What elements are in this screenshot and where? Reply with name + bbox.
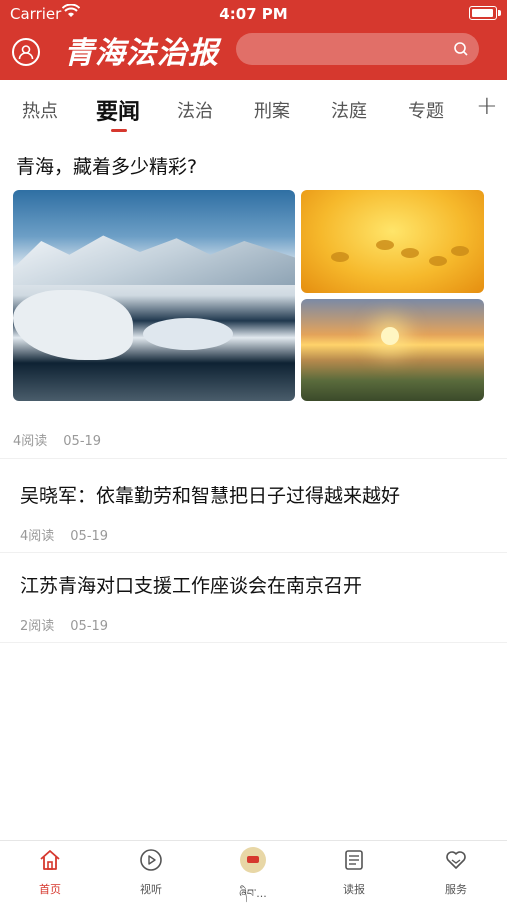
- article-meta: 4阅读 05-19: [20, 525, 108, 544]
- newspaper-icon: [345, 850, 363, 870]
- nav-home[interactable]: 首页: [20, 841, 80, 901]
- publish-date: 05-19: [70, 529, 109, 544]
- tab-topics[interactable]: 专题: [408, 97, 444, 123]
- status-time: 4:07 PM: [219, 5, 288, 23]
- user-icon: [18, 45, 34, 60]
- active-tab-indicator: [111, 129, 127, 132]
- tab-criminal[interactable]: 刑案: [254, 97, 290, 123]
- status-bar: Carrier 4:07 PM: [0, 0, 507, 28]
- tab-news[interactable]: 要闻: [96, 94, 140, 126]
- nav-label: 读报: [343, 883, 365, 896]
- read-count: 2阅读: [20, 619, 55, 634]
- publish-date: 05-19: [70, 619, 109, 634]
- home-icon: [40, 850, 60, 870]
- add-tab-button[interactable]: +: [476, 91, 498, 121]
- nav-video[interactable]: 视听: [121, 841, 181, 901]
- nav-label: 服务: [445, 883, 467, 896]
- divider: [0, 642, 507, 643]
- nav-label: ཞིབ་...: [239, 887, 267, 900]
- tab-law[interactable]: 法治: [177, 97, 213, 123]
- search-input[interactable]: [236, 33, 479, 65]
- read-count: 4阅读: [13, 434, 48, 449]
- featured-image-main: [13, 190, 295, 401]
- app-header: Carrier 4:07 PM 青海法治报: [0, 0, 507, 80]
- app-logo: 青海法治报: [64, 36, 219, 71]
- nav-read-paper[interactable]: 读报: [324, 841, 384, 901]
- nav-tibetan[interactable]: ཞིབ་...: [223, 841, 283, 901]
- publish-date: 05-19: [63, 434, 102, 449]
- tab-hot[interactable]: 热点: [22, 97, 58, 123]
- article-title: 吴晓军：依靠勤劳和智慧把日子过得越来越好: [20, 485, 401, 507]
- article-meta: 2阅读 05-19: [20, 615, 108, 634]
- featured-image-swans: [301, 190, 484, 293]
- heart-service-icon: [446, 851, 466, 869]
- article-title: 江苏青海对口支援工作座谈会在南京召开: [20, 575, 363, 597]
- divider: [0, 552, 507, 553]
- category-tabs: 热点 要闻 法治 刑案 法庭 专题 +: [0, 80, 507, 138]
- battery-icon: [469, 6, 501, 20]
- search-icon: [453, 41, 469, 61]
- featured-image-sunrise: [301, 299, 484, 401]
- nav-label: 视听: [140, 883, 162, 896]
- tab-court[interactable]: 法庭: [331, 97, 367, 123]
- nav-service[interactable]: 服务: [426, 841, 486, 901]
- logo-icon: [240, 847, 266, 873]
- divider: [0, 458, 507, 459]
- read-count: 4阅读: [20, 529, 55, 544]
- featured-title: 青海，藏着多少精彩?: [16, 156, 198, 178]
- user-profile-button[interactable]: [12, 38, 40, 66]
- featured-meta: 4阅读 05-19: [13, 430, 101, 449]
- play-icon: [140, 849, 162, 871]
- nav-label: 首页: [39, 883, 61, 896]
- bottom-nav: 首页 视听 ཞིབ་... 读报 服务: [0, 840, 507, 901]
